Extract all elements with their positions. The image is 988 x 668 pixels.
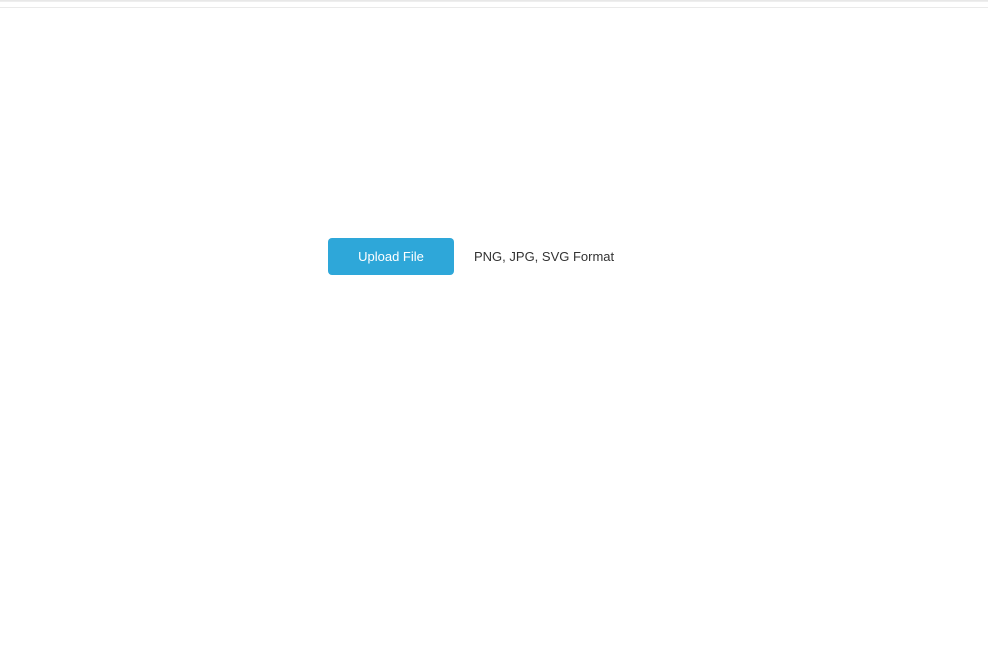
format-hint-text: PNG, JPG, SVG Format bbox=[474, 249, 614, 264]
top-divider-inner bbox=[0, 7, 988, 8]
upload-section: Upload File PNG, JPG, SVG Format bbox=[328, 238, 614, 275]
top-divider bbox=[0, 0, 988, 2]
upload-file-button[interactable]: Upload File bbox=[328, 238, 454, 275]
